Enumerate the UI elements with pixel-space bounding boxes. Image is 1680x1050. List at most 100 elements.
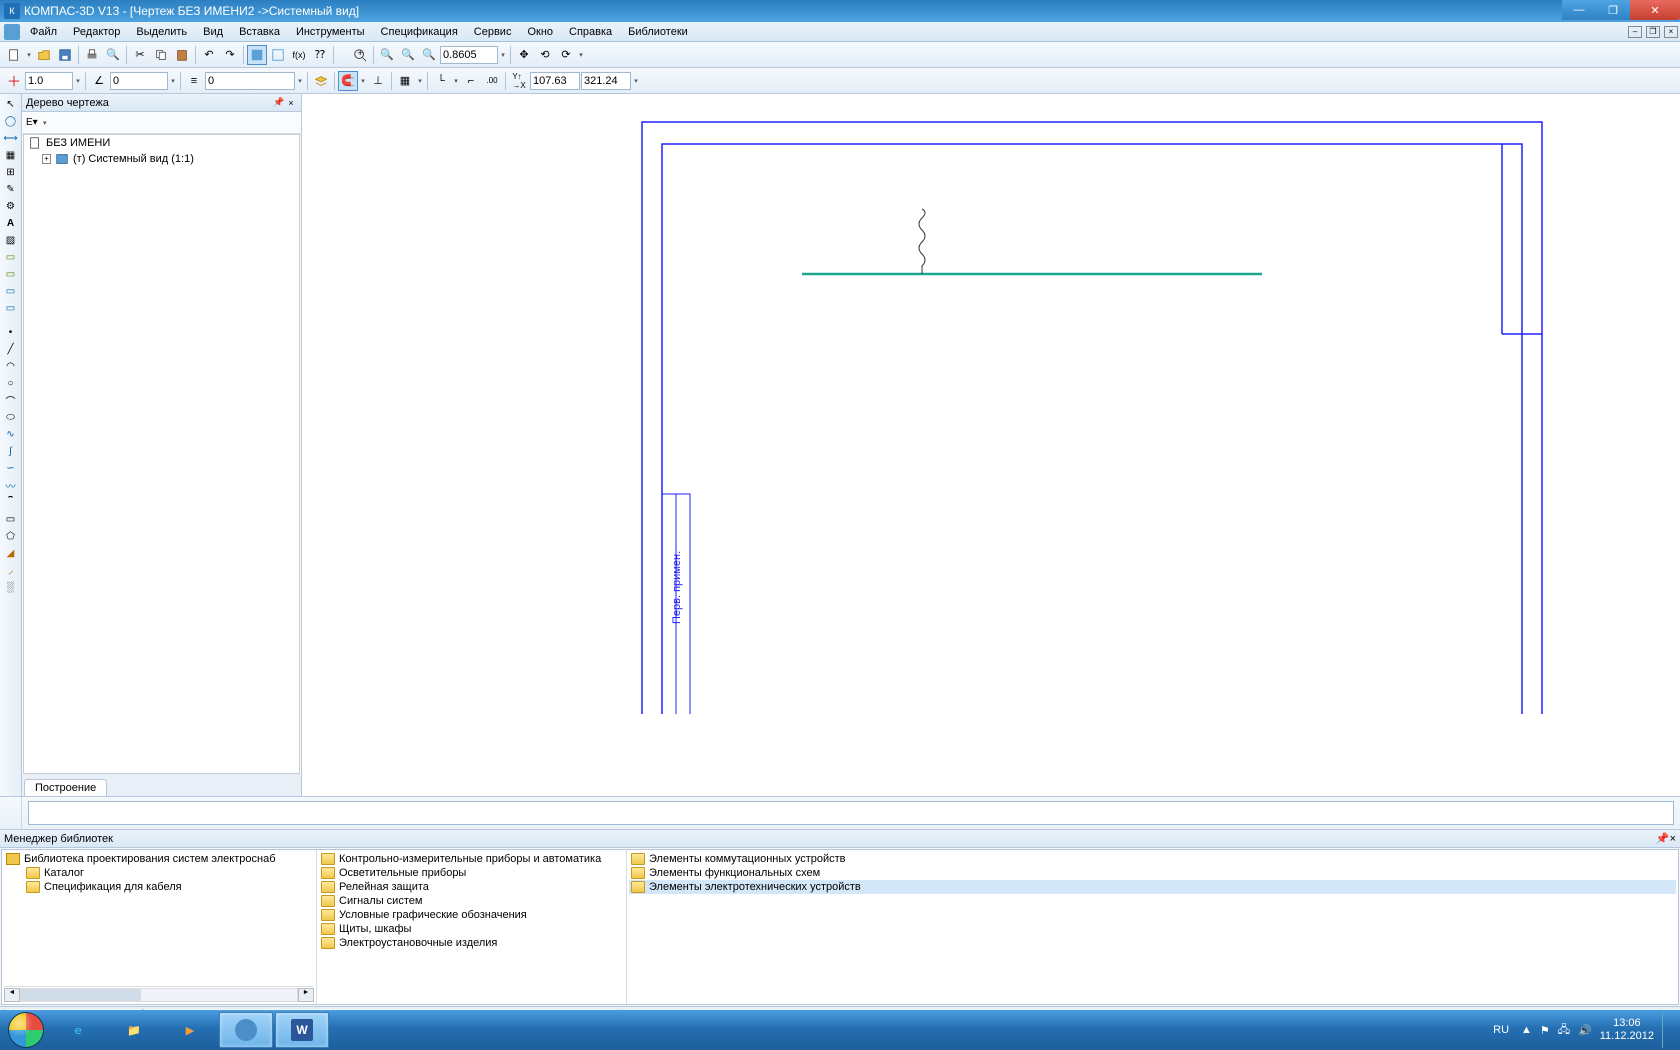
zoom-prev-icon[interactable]: ⟲	[535, 45, 555, 65]
snap-toggle-icon[interactable]: 🧲	[338, 71, 358, 91]
lib-item[interactable]: Контрольно-измерительные приборы и автом…	[319, 852, 624, 866]
chamfer-icon[interactable]: ◢	[2, 545, 20, 561]
select-icon[interactable]: ↖	[2, 96, 20, 112]
maximize-button[interactable]: ❐	[1596, 0, 1630, 20]
lib-scrollbar[interactable]: ◄►	[4, 986, 314, 1002]
app-menu-icon[interactable]	[4, 24, 20, 40]
mdi-restore[interactable]: ❐	[1646, 26, 1660, 38]
mode1-icon[interactable]	[247, 45, 267, 65]
grid-icon[interactable]: ▦	[395, 71, 415, 91]
paste-icon[interactable]	[172, 45, 192, 65]
menu-select[interactable]: Выделить	[128, 24, 195, 40]
angle-combo[interactable]	[110, 72, 168, 90]
step-combo[interactable]	[25, 72, 73, 90]
task-ie[interactable]: ｅ	[51, 1012, 105, 1048]
lib-item[interactable]: Элементы коммутационных устройств	[629, 852, 1676, 866]
menu-service[interactable]: Сервис	[466, 24, 520, 40]
hatch2-icon[interactable]: ░	[2, 579, 20, 595]
menu-file[interactable]: Файл	[22, 24, 65, 40]
arc2-icon[interactable]: ⌒	[2, 392, 20, 408]
new-icon[interactable]	[4, 45, 24, 65]
tree-pin-icon[interactable]: 📌	[273, 97, 285, 108]
ellipse-icon[interactable]: ⬭	[2, 409, 20, 425]
coord-y[interactable]	[581, 72, 631, 90]
task-kompas[interactable]	[219, 1012, 273, 1048]
curve-icon[interactable]: ∽	[2, 460, 20, 476]
zoom-combo[interactable]	[440, 46, 498, 64]
angle-icon[interactable]: ∠	[89, 71, 109, 91]
grid2-tool-icon[interactable]: ⊞	[2, 164, 20, 180]
menu-libraries[interactable]: Библиотеки	[620, 24, 696, 40]
lcs-icon[interactable]: └	[431, 71, 451, 91]
menu-view[interactable]: Вид	[195, 24, 231, 40]
rect-icon[interactable]: ▭	[2, 511, 20, 527]
lib-item[interactable]: Условные графические обозначения	[319, 908, 624, 922]
help-cursor-icon[interactable]: ⁇	[310, 45, 330, 65]
undo-icon[interactable]: ↶	[199, 45, 219, 65]
zoom-window-icon[interactable]: 🔍	[377, 45, 397, 65]
lib-item-selected[interactable]: Элементы электротехнических устройств	[629, 880, 1676, 894]
line-icon[interactable]: ╱	[2, 341, 20, 357]
command-input[interactable]	[28, 801, 1674, 825]
menu-spec[interactable]: Спецификация	[373, 24, 466, 40]
params-icon[interactable]: ⚙	[2, 198, 20, 214]
start-button[interactable]	[2, 1011, 50, 1049]
minimize-button[interactable]: —	[1562, 0, 1596, 20]
tree-tab[interactable]: Построение	[24, 779, 107, 796]
lang-indicator[interactable]: RU	[1489, 1022, 1513, 1038]
fx-icon[interactable]: f(x)	[289, 45, 309, 65]
ortho2-icon[interactable]: ⌐	[461, 71, 481, 91]
mdi-close[interactable]: ×	[1664, 26, 1678, 38]
spline2-icon[interactable]: ∫	[2, 443, 20, 459]
show-desktop-button[interactable]	[1662, 1012, 1672, 1048]
lib-folder-spec[interactable]: Спецификация для кабеля	[4, 880, 314, 894]
menu-window[interactable]: Окно	[519, 24, 561, 40]
lib-item[interactable]: Элементы функциональных схем	[629, 866, 1676, 880]
doc2-icon[interactable]: ▭	[2, 266, 20, 282]
cut-icon[interactable]: ✂	[130, 45, 150, 65]
tray-action-icon[interactable]: ⚑	[1540, 1024, 1550, 1037]
circle-icon[interactable]: ○	[2, 375, 20, 391]
dims-icon[interactable]: ⟷	[2, 130, 20, 146]
menu-help[interactable]: Справка	[561, 24, 620, 40]
lib-item[interactable]: Щиты, шкафы	[319, 922, 624, 936]
redo-icon[interactable]: ↷	[220, 45, 240, 65]
tree-item[interactable]: + (т) Системный вид (1:1)	[24, 151, 299, 167]
geometry-icon[interactable]: ◯	[2, 113, 20, 129]
refresh-icon[interactable]: ⟳	[556, 45, 576, 65]
tree-mode-icon[interactable]: E▾	[26, 117, 38, 128]
curve2-icon[interactable]: 〰	[2, 477, 20, 493]
expand-icon[interactable]: +	[42, 154, 51, 164]
snap-step-icon[interactable]	[4, 71, 24, 91]
open-icon[interactable]	[34, 45, 54, 65]
edit-icon[interactable]: ✎	[2, 181, 20, 197]
arc-icon[interactable]: ◠	[2, 358, 20, 374]
lib-item[interactable]: Осветительные приборы	[319, 866, 624, 880]
mdi-minimize[interactable]: –	[1628, 26, 1642, 38]
spline-icon[interactable]: ∿	[2, 426, 20, 442]
zoom-dynamic-icon[interactable]: 🔍	[398, 45, 418, 65]
ortho-icon[interactable]: ⊥	[368, 71, 388, 91]
doc1-icon[interactable]: ▭	[2, 249, 20, 265]
coord-x[interactable]	[530, 72, 580, 90]
menu-tools[interactable]: Инструменты	[288, 24, 373, 40]
lib-item[interactable]: Сигналы систем	[319, 894, 624, 908]
libman-close-icon[interactable]: ×	[1670, 833, 1676, 845]
tray-clock[interactable]: 13:06 11.12.2012	[1600, 1017, 1654, 1043]
lib-folder-catalog[interactable]: Каталог	[4, 866, 314, 880]
tray-network-icon[interactable]: 🖧	[1558, 1021, 1570, 1040]
lib-root[interactable]: Библиотека проектирования систем электро…	[4, 852, 314, 866]
print-icon[interactable]	[82, 45, 102, 65]
grid-tool-icon[interactable]: ▦	[2, 147, 20, 163]
doc3-icon[interactable]: ▭	[2, 283, 20, 299]
text-icon[interactable]: A	[2, 215, 20, 231]
tray-up-icon[interactable]: ▲	[1521, 1024, 1532, 1036]
layer-icon[interactable]	[311, 71, 331, 91]
style-combo[interactable]	[205, 72, 295, 90]
libman-pin-icon[interactable]: 📌	[1656, 832, 1670, 845]
close-button[interactable]: ✕	[1630, 0, 1680, 20]
zoom-in-icon[interactable]: +	[350, 45, 370, 65]
doc4-icon[interactable]: ▭	[2, 300, 20, 316]
task-media[interactable]: ▶	[163, 1012, 217, 1048]
preview-icon[interactable]: 🔍	[103, 45, 123, 65]
